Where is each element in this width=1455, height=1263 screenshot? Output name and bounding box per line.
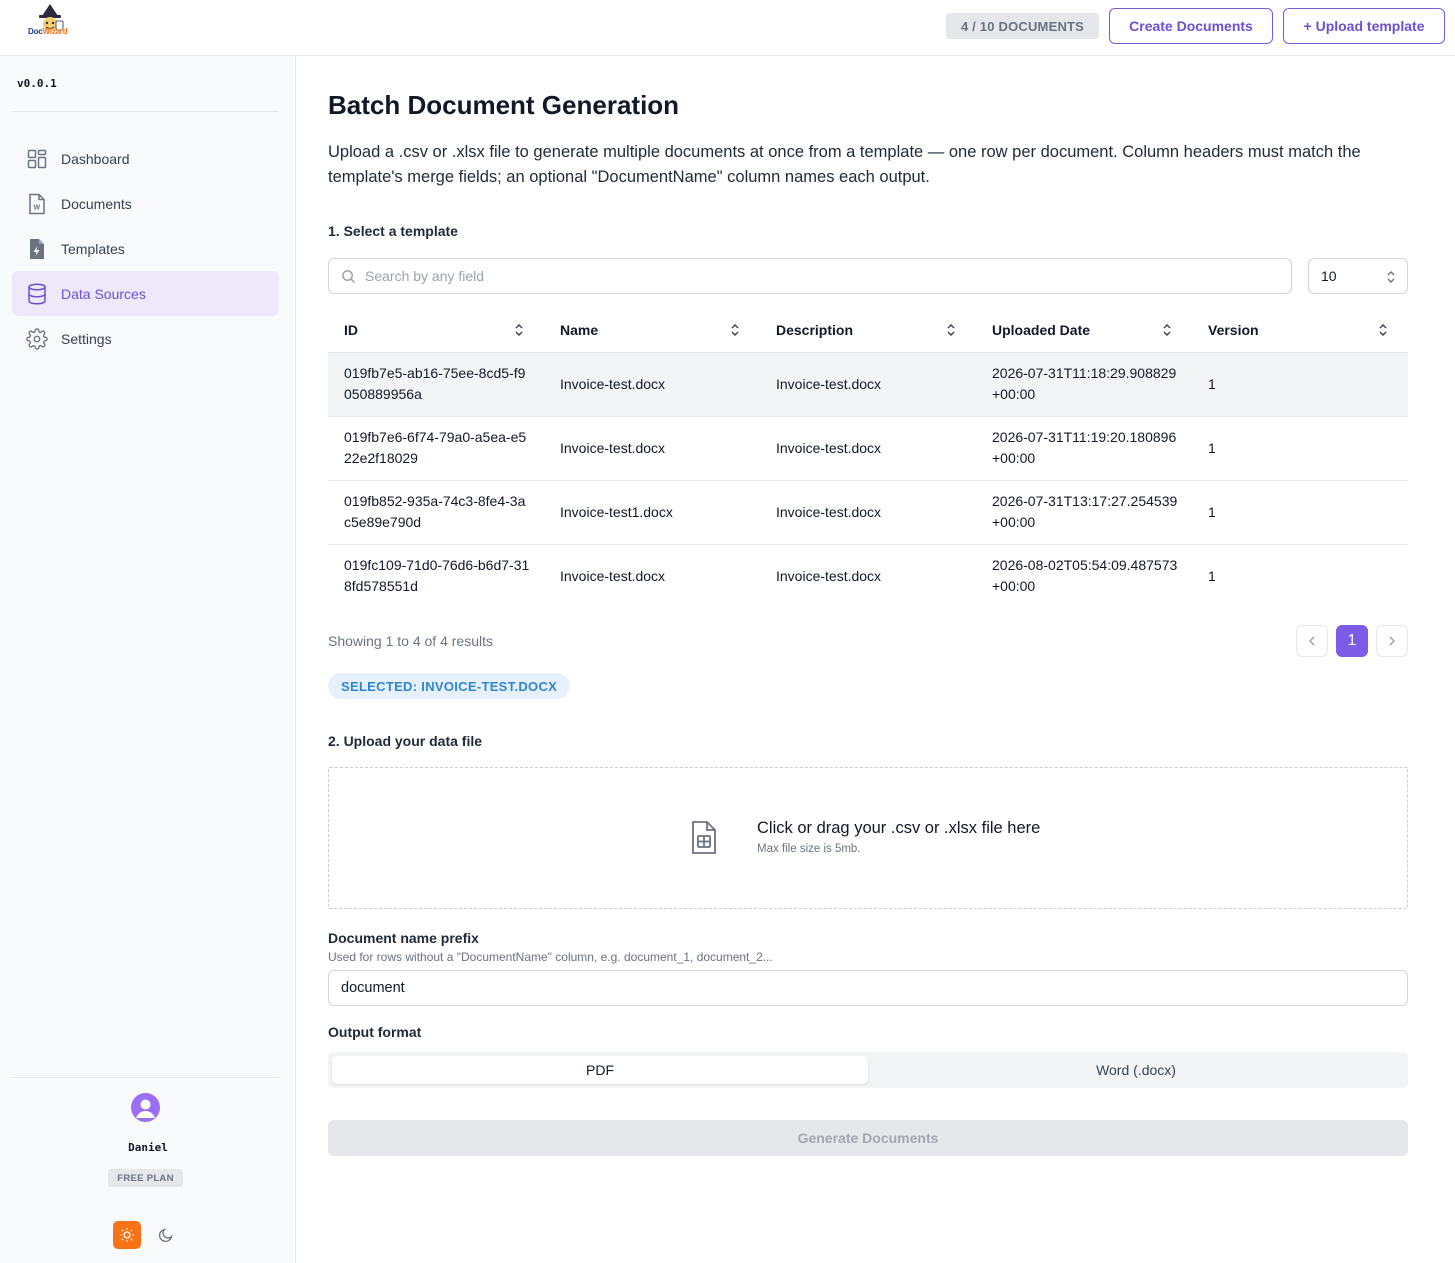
cell-id: 019fb7e6-6f74-79a0-a5ea-e522e2f18029 [344, 429, 527, 466]
generate-documents-button[interactable]: Generate Documents [328, 1120, 1408, 1156]
search-icon [342, 269, 356, 283]
cell-description: Invoice-test.docx [760, 416, 976, 481]
sidebar-bottom-divider [12, 1077, 279, 1078]
cell-version: 1 [1192, 480, 1408, 545]
page-description: Upload a .csv or .xlsx file to generate … [328, 143, 1361, 186]
file-dropzone[interactable]: Click or drag your .csv or .xlsx file he… [328, 767, 1408, 909]
sidebar-item-label: Settings [61, 330, 112, 347]
sidebar-item-dashboard[interactable]: Dashboard [12, 136, 279, 181]
document-prefix-input[interactable] [328, 970, 1408, 1006]
page-size-value: 10 [1321, 268, 1337, 284]
logo-wordmark: DocWizard [28, 27, 68, 36]
cell-uploaded-date: 2026-07-31T13:17:27.254539+00:00 [992, 493, 1178, 530]
chevron-left-icon [1308, 636, 1315, 646]
light-theme-button[interactable] [113, 1221, 141, 1249]
column-header-version[interactable]: Version [1192, 308, 1408, 353]
cell-version: 1 [1192, 416, 1408, 481]
step2-label: 2. Upload your data file [328, 733, 483, 749]
document-quota-badge: 4 / 10 DOCUMENTS [946, 13, 1099, 39]
sidebar-item-documents[interactable]: W Documents [12, 181, 279, 226]
output-format-toggle: PDF Word (.docx) [328, 1052, 1408, 1088]
pagination-next-button[interactable] [1376, 625, 1408, 657]
cell-id: 019fc109-71d0-76d6-b6d7-318fd578551d [344, 557, 530, 595]
column-header-description[interactable]: Description [760, 308, 976, 353]
sort-icon [1163, 324, 1171, 336]
app-version: v0.0.1 [17, 77, 57, 90]
selected-template-badge: SELECTED: INVOICE-TEST.DOCX [328, 673, 571, 699]
prefix-label: Document name prefix [328, 930, 479, 946]
sort-icon [947, 324, 955, 336]
user-name: Daniel [128, 1141, 168, 1154]
step1-label: 1. Select a template [328, 223, 458, 239]
table-row[interactable]: 019fc109-71d0-76d6-b6d7-318fd578551d Inv… [328, 544, 1408, 608]
cell-id: 019fb852-935a-74c3-8fe4-3ac5e89e790d [344, 493, 526, 530]
cell-version: 1 [1208, 567, 1216, 584]
moon-icon [158, 1228, 173, 1243]
gear-icon [26, 327, 48, 350]
sidebar-nav: Dashboard W Documents Templates Data Sou… [12, 136, 279, 361]
avatar[interactable] [131, 1093, 160, 1122]
sidebar-item-settings[interactable]: Settings [12, 316, 279, 361]
cell-name: Invoice-test.docx [560, 567, 666, 584]
dashboard-icon [26, 148, 48, 170]
cell-version: 1 [1192, 352, 1408, 417]
pagination-page-button[interactable]: 1 [1336, 625, 1368, 657]
pagination-prev-button[interactable] [1296, 625, 1328, 657]
sidebar-item-label: Data Sources [61, 285, 146, 302]
sidebar: v0.0.1 Dashboard W Documents Templates D… [0, 56, 296, 1263]
document-icon: W [26, 193, 48, 215]
cell-name: Invoice-test1.docx [544, 480, 760, 545]
search-input[interactable] [365, 268, 1265, 284]
sidebar-item-label: Templates [61, 240, 125, 257]
results-summary: Showing 1 to 4 of 4 results [328, 633, 493, 649]
sort-icon [731, 324, 739, 336]
template-search [328, 258, 1292, 294]
template-icon [26, 238, 48, 260]
create-documents-button[interactable]: Create Documents [1109, 8, 1273, 44]
page-title: Batch Document Generation [328, 90, 680, 120]
table-row[interactable]: 019fb7e5-ab16-75ee-8cd5-f9050889956a Inv… [328, 352, 1408, 417]
cell-description: Invoice-test.docx [776, 567, 882, 584]
chevron-right-icon [1389, 636, 1396, 646]
sidebar-item-data-sources[interactable]: Data Sources [12, 271, 279, 316]
upload-template-button[interactable]: + Upload template [1283, 8, 1445, 44]
cell-description: Invoice-test.docx [760, 480, 976, 545]
sidebar-item-label: Dashboard [61, 150, 130, 167]
svg-text:W: W [34, 204, 41, 211]
database-icon [26, 282, 48, 305]
spreadsheet-file-icon [692, 821, 716, 854]
cell-id: 019fb7e5-ab16-75ee-8cd5-f9050889956a [344, 365, 526, 402]
column-header-uploaded-date[interactable]: Uploaded Date [976, 308, 1192, 353]
cell-uploaded-date: 2026-08-02T05:54:09.487573+00:00 [992, 557, 1178, 595]
cell-name: Invoice-test.docx [544, 352, 760, 417]
sidebar-item-templates[interactable]: Templates [12, 226, 279, 271]
dropzone-subtitle: Max file size is 5mb. [757, 843, 861, 855]
sidebar-divider [12, 111, 279, 112]
cell-name: Invoice-test.docx [544, 416, 760, 481]
column-header-name[interactable]: Name [544, 308, 760, 353]
prefix-hint: Used for rows without a "DocumentName" c… [328, 950, 773, 964]
sort-icon [515, 324, 523, 336]
table-row[interactable]: 019fb852-935a-74c3-8fe4-3ac5e89e790d Inv… [328, 480, 1408, 545]
dropzone-title: Click or drag your .csv or .xlsx file he… [757, 819, 1041, 837]
output-option-word[interactable]: Word (.docx) [868, 1056, 1404, 1084]
sort-icon [1379, 324, 1387, 336]
templates-table: ID Name Description Uploaded Date Versio… [328, 308, 1408, 608]
top-bar: DocWizard 4 / 10 DOCUMENTS Create Docume… [0, 0, 1455, 56]
page-size-select[interactable]: 10 [1308, 258, 1408, 294]
table-header-row: ID Name Description Uploaded Date Versio… [328, 308, 1408, 353]
output-option-pdf[interactable]: PDF [332, 1056, 868, 1084]
sun-icon [120, 1228, 134, 1242]
cell-uploaded-date: 2026-07-31T11:19:20.180896+00:00 [992, 429, 1177, 466]
cell-description: Invoice-test.docx [760, 352, 976, 417]
sidebar-item-label: Documents [61, 195, 132, 212]
cell-uploaded-date: 2026-07-31T11:18:29.908829+00:00 [992, 365, 1177, 402]
table-row[interactable]: 019fb7e6-6f74-79a0-a5ea-e522e2f18029 Inv… [328, 416, 1408, 481]
output-format-label: Output format [328, 1024, 422, 1040]
column-header-id[interactable]: ID [328, 308, 544, 353]
plan-badge: FREE PLAN [108, 1169, 183, 1187]
dark-theme-button[interactable] [152, 1221, 180, 1249]
chevron-up-down-icon [1387, 271, 1395, 283]
